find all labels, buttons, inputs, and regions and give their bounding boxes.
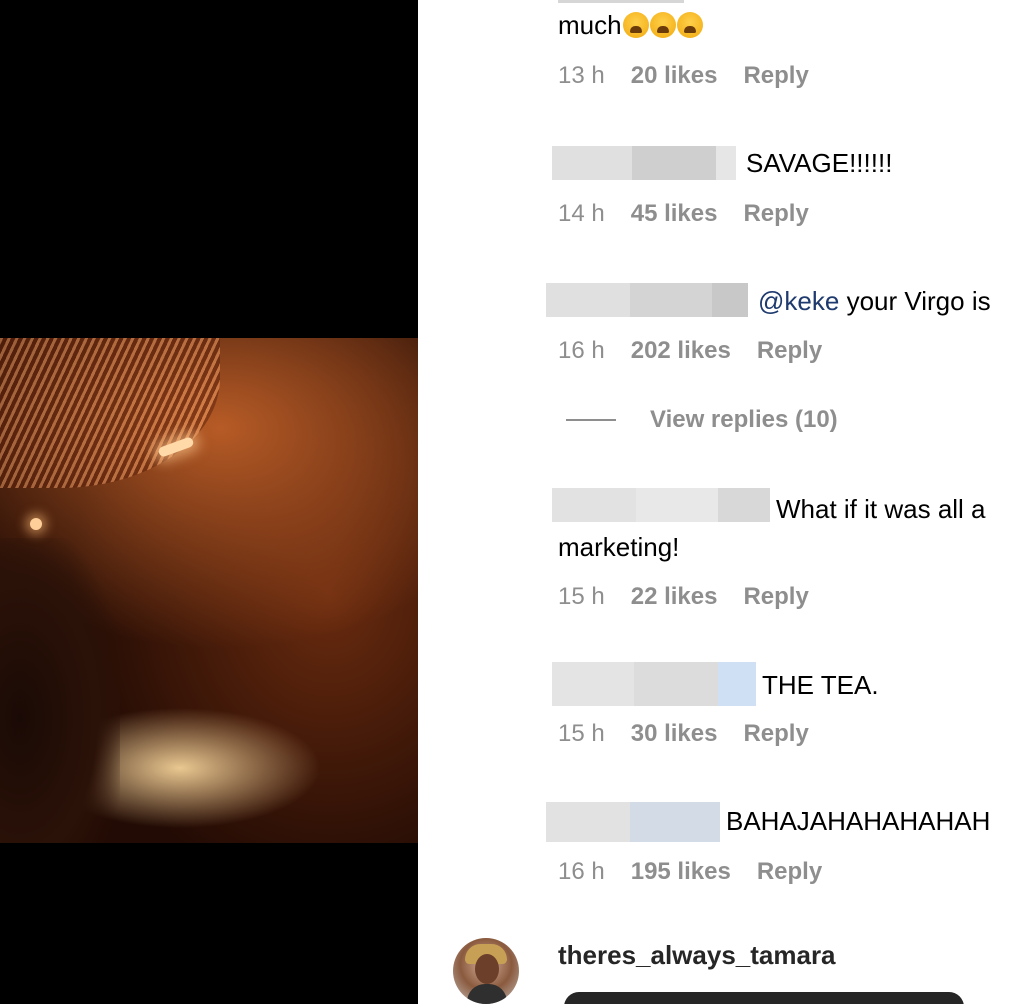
comment-time: 13 h [558, 62, 605, 89]
redacted-username[interactable] [552, 146, 736, 180]
comment-likes[interactable]: 45 likes [631, 200, 718, 228]
reply-button[interactable]: Reply [743, 200, 808, 228]
reply-button[interactable]: Reply [757, 858, 822, 886]
comment-time: 16 h [558, 337, 605, 364]
view-replies-divider [566, 419, 616, 421]
comment-text-body: your Virgo is [846, 286, 991, 316]
comment-time: 14 h [558, 200, 605, 227]
comment-text: BAHAJAHAHAHAHAH [726, 806, 991, 836]
redacted-username-bar [558, 0, 684, 3]
comment-likes[interactable]: 195 likes [631, 858, 731, 886]
redacted-username[interactable] [552, 662, 756, 706]
comment-likes[interactable]: 22 likes [631, 583, 718, 611]
loudly-crying-face-icon [622, 12, 649, 38]
video-light-glint [30, 518, 42, 530]
comment-likes[interactable]: 20 likes [631, 62, 718, 90]
comment-text: THE TEA. [762, 670, 879, 700]
redacted-username[interactable] [552, 488, 770, 522]
reply-button[interactable]: Reply [743, 583, 808, 611]
reply-button[interactable]: Reply [743, 62, 808, 90]
redacted-username[interactable] [546, 283, 748, 317]
view-replies-button[interactable]: View replies (10) [566, 406, 838, 434]
comment-meta: 16 h 195 likes Reply [558, 858, 822, 886]
comment-meta: 13 h 20 likes Reply [558, 62, 809, 90]
comment-text: @keke your Virgo is [758, 286, 991, 316]
comment-time: 15 h [558, 583, 605, 610]
comment-meta: 16 h 202 likes Reply [558, 337, 822, 365]
comment-meta: 15 h 22 likes Reply [558, 583, 809, 611]
comment-meta: 14 h 45 likes Reply [558, 200, 809, 228]
loudly-crying-face-icon [649, 12, 676, 38]
comment-text: What if it was all a [776, 494, 986, 524]
comment-time: 16 h [558, 858, 605, 885]
comment-text: much [558, 10, 703, 40]
video-figure-shadow [0, 538, 120, 843]
media-panel [0, 0, 418, 1004]
comment-meta: 15 h 30 likes Reply [558, 720, 809, 748]
mention-link[interactable]: @keke [758, 286, 839, 316]
video-frame[interactable] [0, 338, 418, 843]
profile-avatar[interactable] [453, 938, 519, 1004]
reply-button[interactable]: Reply [757, 337, 822, 365]
reply-button[interactable]: Reply [743, 720, 808, 748]
comment-likes[interactable]: 30 likes [631, 720, 718, 748]
comment-text: SAVAGE!!!!!! [746, 148, 893, 178]
comment-text-continued: marketing! [558, 532, 680, 562]
comment-likes[interactable]: 202 likes [631, 337, 731, 365]
app-root: much 13 h 20 likes Reply SAVAGE!!!!!! 14… [0, 0, 1010, 1004]
media-attachment-preview[interactable] [564, 992, 964, 1004]
comment-username[interactable]: theres_always_tamara [558, 940, 836, 971]
comment-time: 15 h [558, 720, 605, 747]
redacted-username[interactable] [546, 802, 720, 842]
comments-panel[interactable]: much 13 h 20 likes Reply SAVAGE!!!!!! 14… [418, 0, 1010, 1004]
video-hair-region [0, 338, 220, 488]
comment-text-tail: much [558, 10, 622, 40]
loudly-crying-face-icon [676, 12, 703, 38]
view-replies-label: View replies (10) [650, 406, 838, 433]
